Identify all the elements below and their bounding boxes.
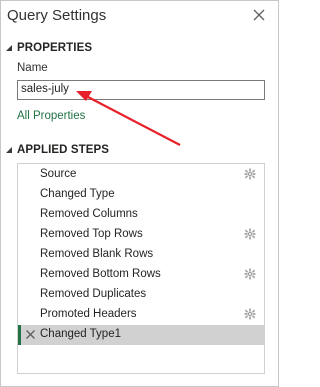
applied-step[interactable]: Removed Bottom Rows bbox=[18, 265, 264, 285]
applied-step-label: Removed Top Rows bbox=[40, 228, 143, 240]
applied-step[interactable]: Source bbox=[18, 165, 264, 185]
applied-step-label: Removed Duplicates bbox=[40, 288, 147, 300]
step-settings-gear-icon[interactable] bbox=[244, 268, 256, 280]
close-icon[interactable] bbox=[251, 7, 267, 23]
step-settings-gear-icon[interactable] bbox=[244, 228, 256, 240]
query-settings-pane: Query Settings PROPERTIES Name sales-jul… bbox=[0, 0, 279, 387]
applied-step-label: Removed Columns bbox=[40, 208, 138, 220]
applied-step[interactable]: Changed Type bbox=[18, 185, 264, 205]
applied-step-label: Promoted Headers bbox=[40, 308, 137, 320]
step-settings-gear-icon[interactable] bbox=[244, 308, 256, 320]
query-name-input[interactable]: sales-july bbox=[17, 80, 265, 100]
applied-step-label: Source bbox=[40, 168, 77, 180]
applied-step-label: Changed Type1 bbox=[40, 328, 121, 340]
all-properties-link[interactable]: All Properties bbox=[17, 110, 85, 122]
step-settings-gear-icon[interactable] bbox=[244, 168, 256, 180]
applied-step-label: Removed Bottom Rows bbox=[40, 268, 161, 280]
pane-title: Query Settings bbox=[7, 7, 107, 24]
delete-step-icon[interactable] bbox=[25, 329, 36, 340]
applied-steps-list: Source Changed Type Removed Columns Removed… bbox=[17, 163, 265, 374]
applied-step[interactable]: Promoted Headers bbox=[18, 305, 264, 325]
properties-header: PROPERTIES bbox=[17, 42, 93, 54]
applied-step[interactable]: Removed Top Rows bbox=[18, 225, 264, 245]
applied-step[interactable]: Changed Type1 bbox=[18, 325, 264, 345]
applied-step[interactable]: Removed Blank Rows bbox=[18, 245, 264, 265]
name-label: Name bbox=[17, 62, 48, 74]
applied-step[interactable]: Removed Duplicates bbox=[18, 285, 264, 305]
collapse-triangle-icon[interactable] bbox=[5, 146, 13, 154]
applied-steps-header: APPLIED STEPS bbox=[17, 144, 110, 156]
applied-step[interactable]: Removed Columns bbox=[18, 205, 264, 225]
collapse-triangle-icon[interactable] bbox=[5, 44, 13, 52]
applied-step-label: Changed Type bbox=[40, 188, 115, 200]
applied-step-label: Removed Blank Rows bbox=[40, 248, 154, 260]
